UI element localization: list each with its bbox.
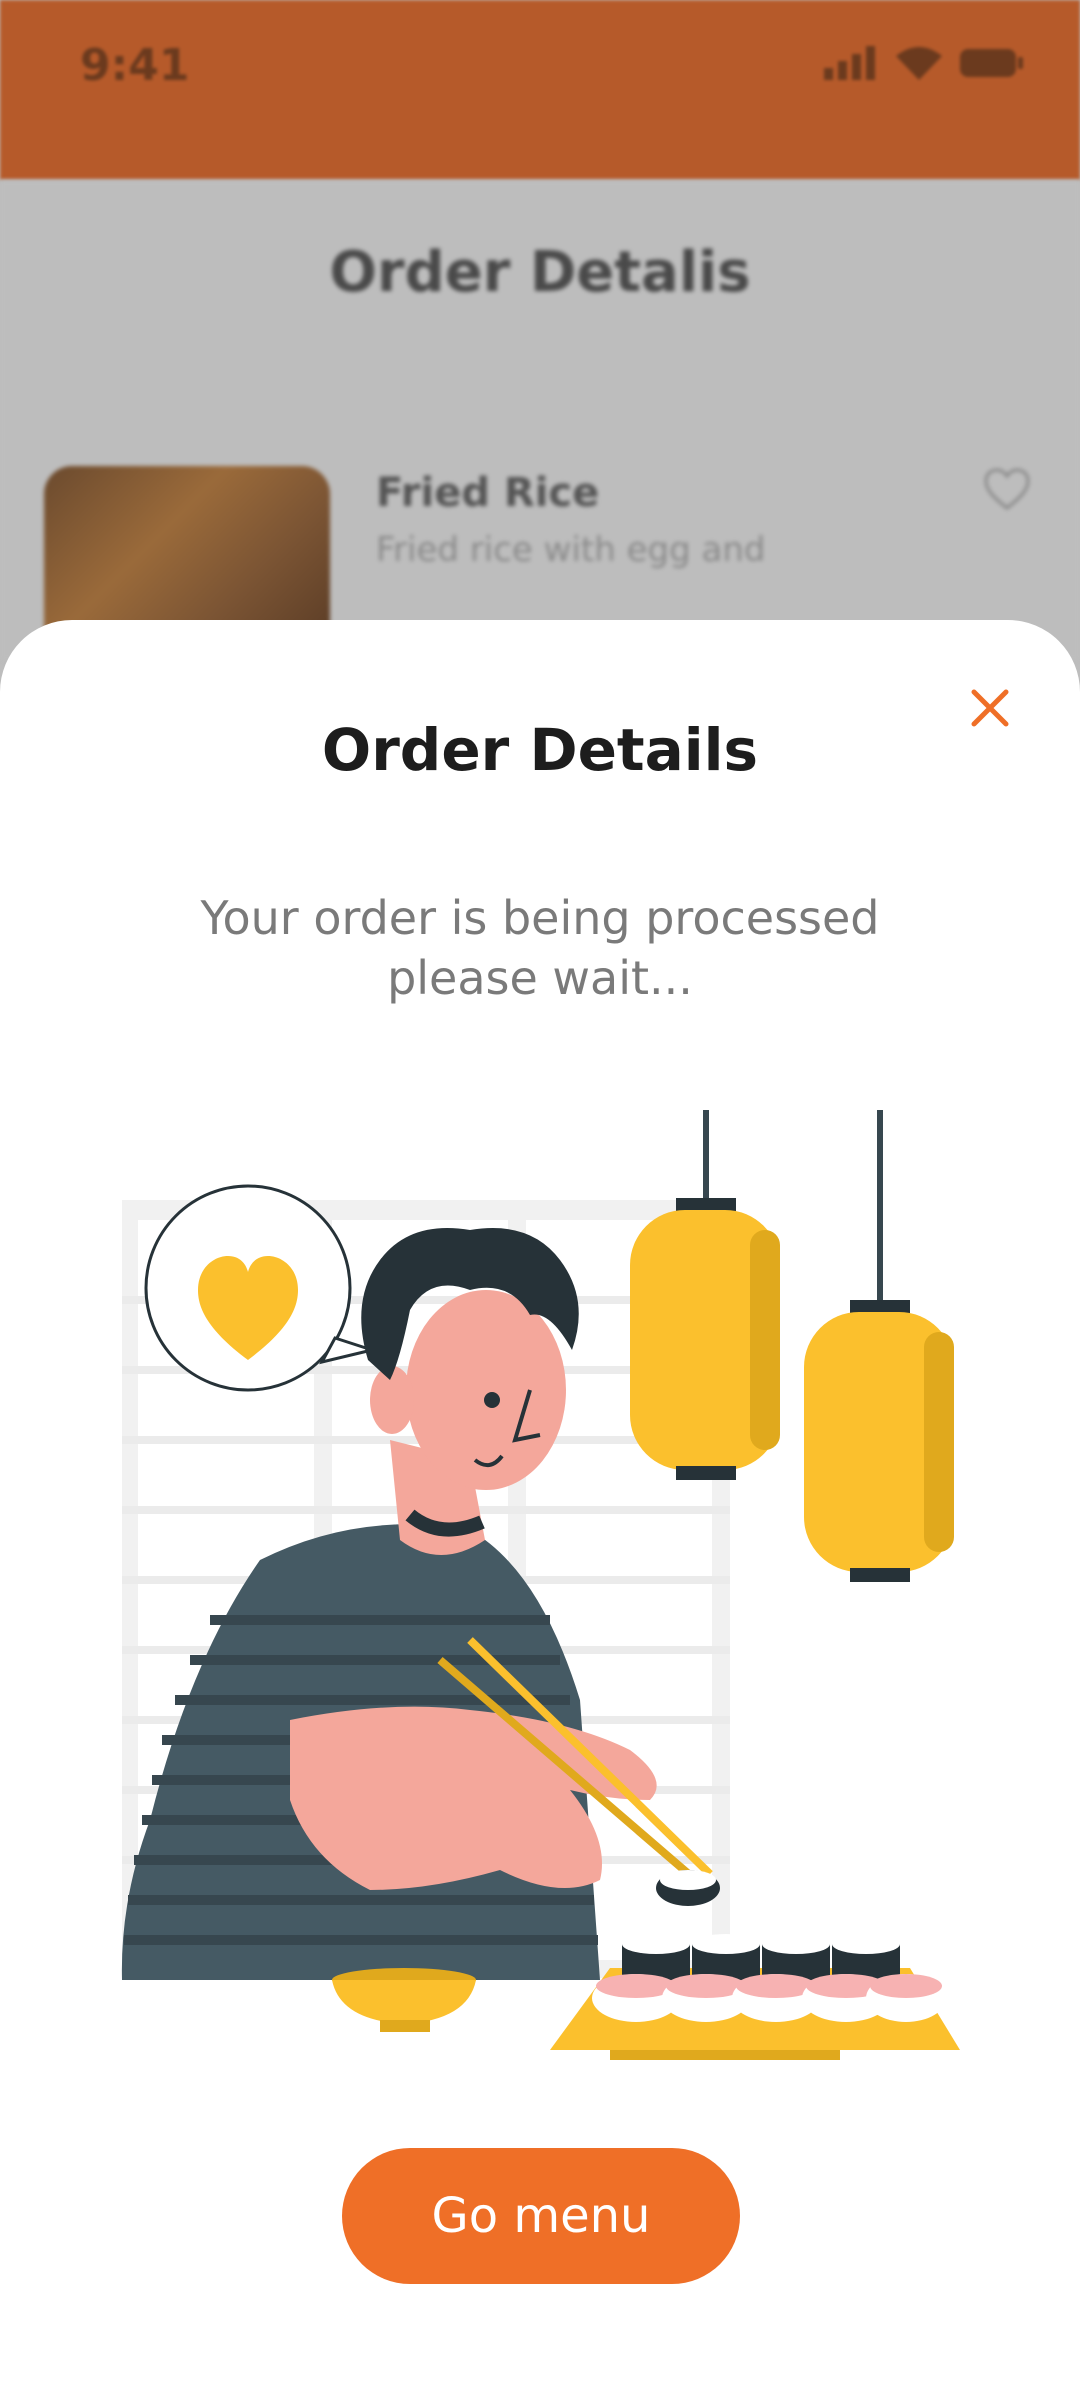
battery-icon bbox=[960, 49, 1023, 77]
lantern-left bbox=[630, 1110, 780, 1480]
status-bar: 9:41 bbox=[0, 0, 1080, 180]
sauce-bowl bbox=[332, 1968, 476, 2032]
go-menu-button[interactable]: Go menu bbox=[342, 2148, 740, 2284]
background-screen: Order Detalis Fried Rice Fried rice with… bbox=[0, 180, 1080, 706]
processing-message-line1: Your order is being processed bbox=[200, 891, 880, 945]
background-item-description: Fried rice with egg and bbox=[376, 530, 766, 570]
processing-message: Your order is being processed please wai… bbox=[140, 888, 940, 1008]
sushi-eating-illustration bbox=[121, 1110, 960, 2060]
signal-icon bbox=[824, 46, 875, 80]
background-page-title: Order Detalis bbox=[329, 240, 751, 305]
lantern-right bbox=[804, 1110, 954, 1582]
sheet-title: Order Details bbox=[321, 716, 759, 784]
wifi-icon bbox=[896, 47, 942, 80]
heart-outline-icon bbox=[984, 468, 1030, 510]
background-item-name: Fried Rice bbox=[376, 470, 600, 516]
processing-message-line2: please wait... bbox=[387, 951, 693, 1005]
order-details-sheet: Order Details Your order is being proces… bbox=[0, 620, 1080, 2400]
status-time: 9:41 bbox=[80, 40, 190, 91]
